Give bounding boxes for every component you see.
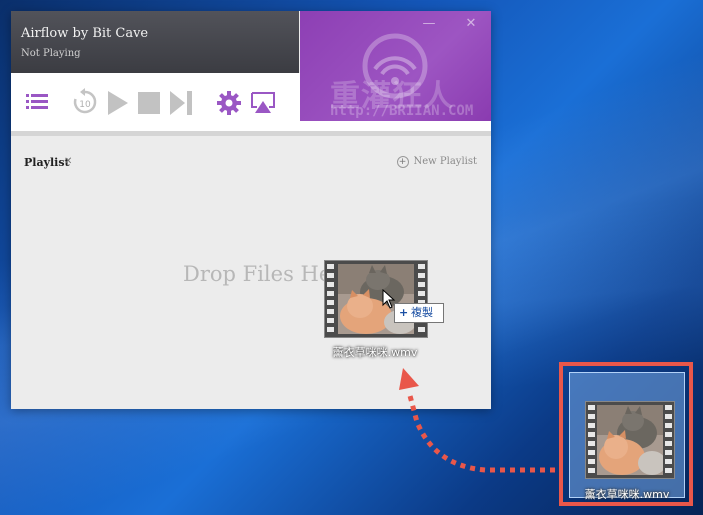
playlist-tab[interactable]: Playlist xyxy=(24,156,70,169)
stop-icon[interactable] xyxy=(138,92,160,114)
copy-plus-icon: + xyxy=(399,306,409,319)
rewind-10-icon[interactable]: 10 xyxy=(71,88,99,116)
play-icon[interactable] xyxy=(108,91,128,115)
next-icon[interactable] xyxy=(170,91,192,115)
playback-controls: 10 xyxy=(11,73,300,131)
desktop-file-icon[interactable]: 薰衣草咪咪.wmv xyxy=(569,372,685,501)
minimize-button[interactable]: — xyxy=(422,17,436,31)
new-playlist-label: New Playlist xyxy=(413,156,478,167)
drag-path-arrow xyxy=(399,368,555,473)
copy-label: 複製 xyxy=(411,306,433,319)
new-playlist-button[interactable]: + New Playlist xyxy=(396,156,478,168)
playlist-icon[interactable] xyxy=(26,93,48,111)
cat-thumbnail xyxy=(597,405,663,475)
close-button[interactable]: ✕ xyxy=(464,17,478,31)
video-file-icon xyxy=(585,401,675,479)
divider xyxy=(11,131,491,136)
watermark-url: http://BRIIAN.COM xyxy=(330,103,474,119)
plus-icon: + xyxy=(396,156,409,168)
rewind-seconds-label: 10 xyxy=(79,100,91,110)
playback-status: Not Playing xyxy=(21,48,81,59)
settings-gear-icon[interactable] xyxy=(217,91,241,115)
airplay-icon[interactable] xyxy=(251,92,275,114)
app-title: Airflow by Bit Cave xyxy=(21,26,149,41)
video-file-icon xyxy=(324,260,428,338)
copy-tooltip: + 複製 xyxy=(394,303,444,323)
controls-strip xyxy=(300,121,491,131)
desktop-file-highlight: 薰衣草咪咪.wmv xyxy=(559,362,693,506)
dragged-file-name: 薰衣草咪咪.wmv xyxy=(332,346,418,359)
title-bar[interactable]: Airflow by Bit Cave Not Playing xyxy=(11,11,299,73)
artwork-area: 重灌狂人 http://BRIIAN.COM — ✕ xyxy=(300,11,491,121)
desktop-file-name: 薰衣草咪咪.wmv xyxy=(584,488,670,501)
cat-thumbnail xyxy=(338,264,414,334)
playlist-close-icon[interactable]: ✕ xyxy=(64,156,72,167)
